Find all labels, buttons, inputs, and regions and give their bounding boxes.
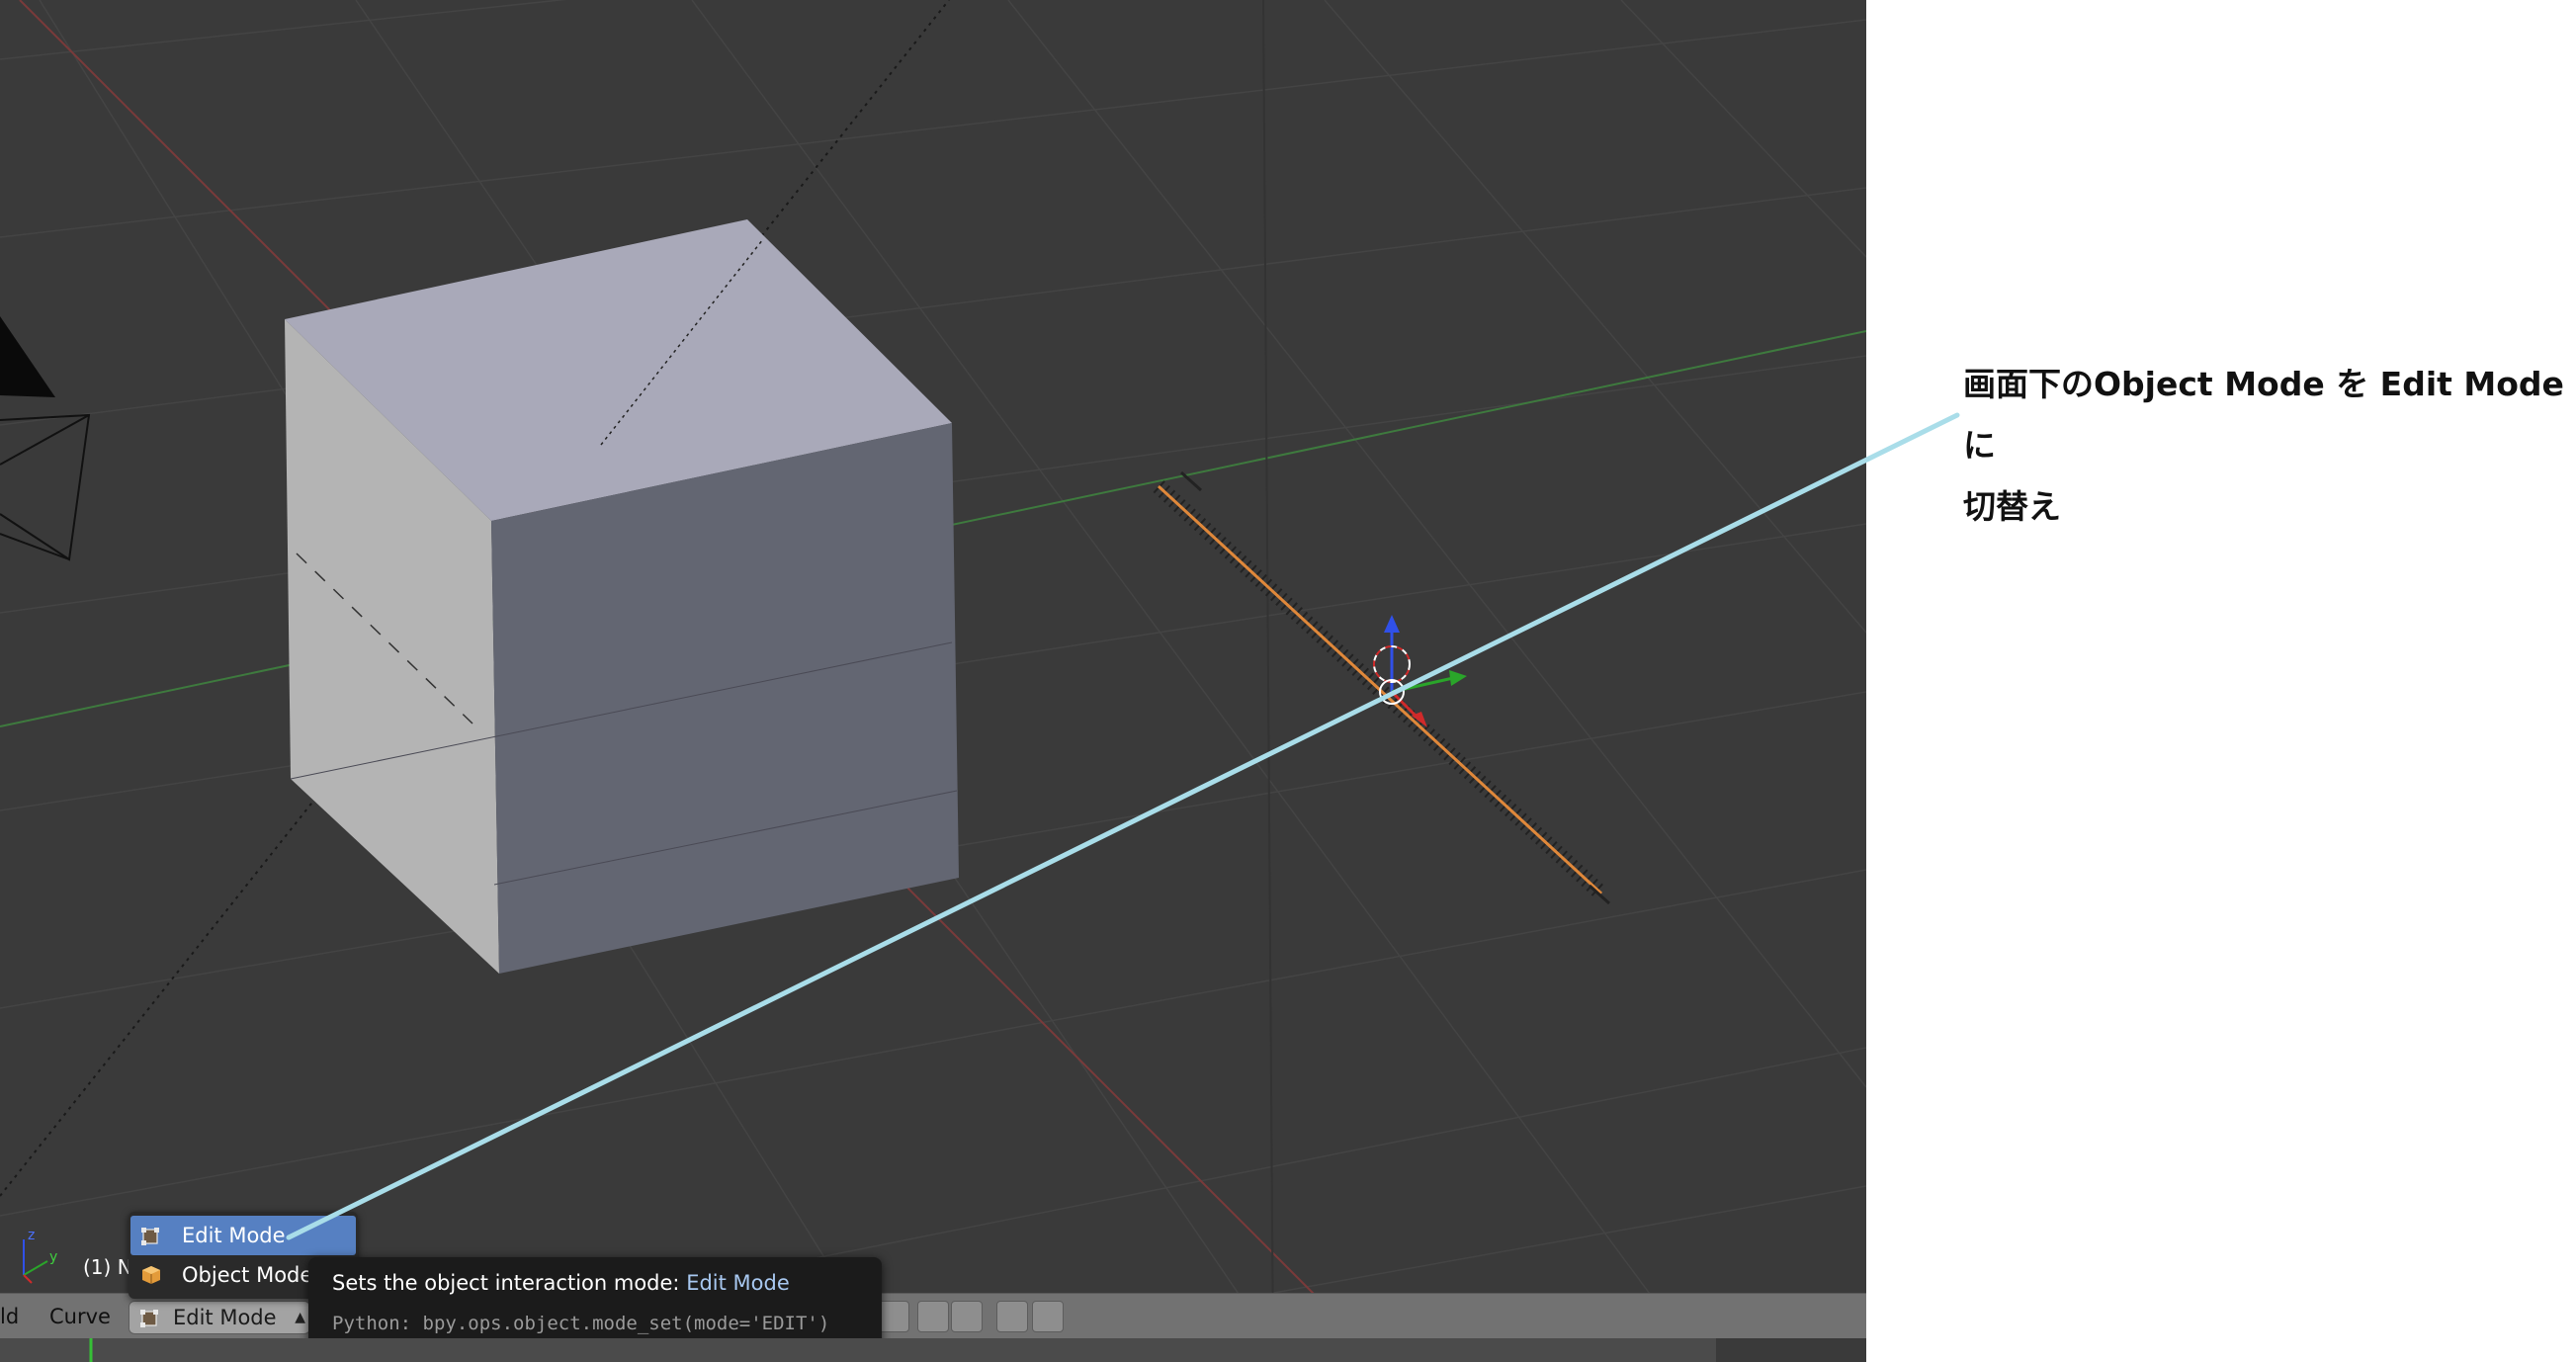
annotation-line-1: 画面下のObject Mode を Edit Mode に xyxy=(1963,365,2564,465)
camera-object[interactable] xyxy=(0,316,91,561)
curve-menu[interactable]: Curve xyxy=(49,1294,111,1339)
tooltip-description-text: Sets the object interaction mode: xyxy=(332,1271,680,1295)
curve-object[interactable] xyxy=(1153,470,1611,905)
render-clapper-icon[interactable] xyxy=(1032,1301,1064,1332)
annotation-panel: 画面下のObject Mode を Edit Mode に切替え xyxy=(1866,0,2576,1362)
manipulator-icon[interactable] xyxy=(878,1301,909,1332)
tooltip-value: Edit Mode xyxy=(686,1271,790,1295)
edit-mode-icon xyxy=(141,1228,159,1245)
timeline-strip[interactable] xyxy=(0,1338,1866,1362)
timeline-ticks xyxy=(89,1338,1866,1362)
menu-item-label: Object Mode xyxy=(182,1263,313,1287)
cube-object[interactable] xyxy=(285,219,959,974)
view-vertical-line xyxy=(1262,0,1274,1362)
object-info-text: (1) N xyxy=(83,1255,132,1279)
object-mode-icon xyxy=(142,1266,160,1284)
axis-z-label: z xyxy=(28,1228,35,1243)
3d-viewport[interactable]: z y (1) N ld Curve Edit Mode ▲ Edit Mode… xyxy=(0,0,1866,1362)
scene-canvas[interactable] xyxy=(0,0,1866,1362)
menu-item-edit-mode[interactable]: Edit Mode xyxy=(130,1216,356,1255)
tooltip-python-command: Python: bpy.ops.object.mode_set(mode='ED… xyxy=(332,1313,830,1334)
snap-icon[interactable] xyxy=(917,1301,949,1332)
axis-y-label: y xyxy=(49,1249,57,1265)
updown-arrows-icon: ▲ xyxy=(295,1310,305,1325)
annotation-line-2: 切替え xyxy=(1963,487,2061,526)
edit-mode-icon xyxy=(140,1310,158,1327)
mode-selector-label: Edit Mode xyxy=(173,1306,277,1329)
mode-selector[interactable]: Edit Mode ▲ xyxy=(129,1301,310,1334)
annotation-text: 画面下のObject Mode を Edit Mode に切替え xyxy=(1963,354,2566,538)
tooltip-description: Sets the object interaction mode: Edit M… xyxy=(332,1271,790,1295)
header-tab-fragment[interactable]: ld xyxy=(0,1294,19,1339)
menu-item-label: Edit Mode xyxy=(182,1224,286,1247)
proportional-edit-icon[interactable] xyxy=(951,1301,983,1332)
render-camera-icon[interactable] xyxy=(996,1301,1028,1332)
axis-orientation-widget: z y xyxy=(23,1228,57,1284)
